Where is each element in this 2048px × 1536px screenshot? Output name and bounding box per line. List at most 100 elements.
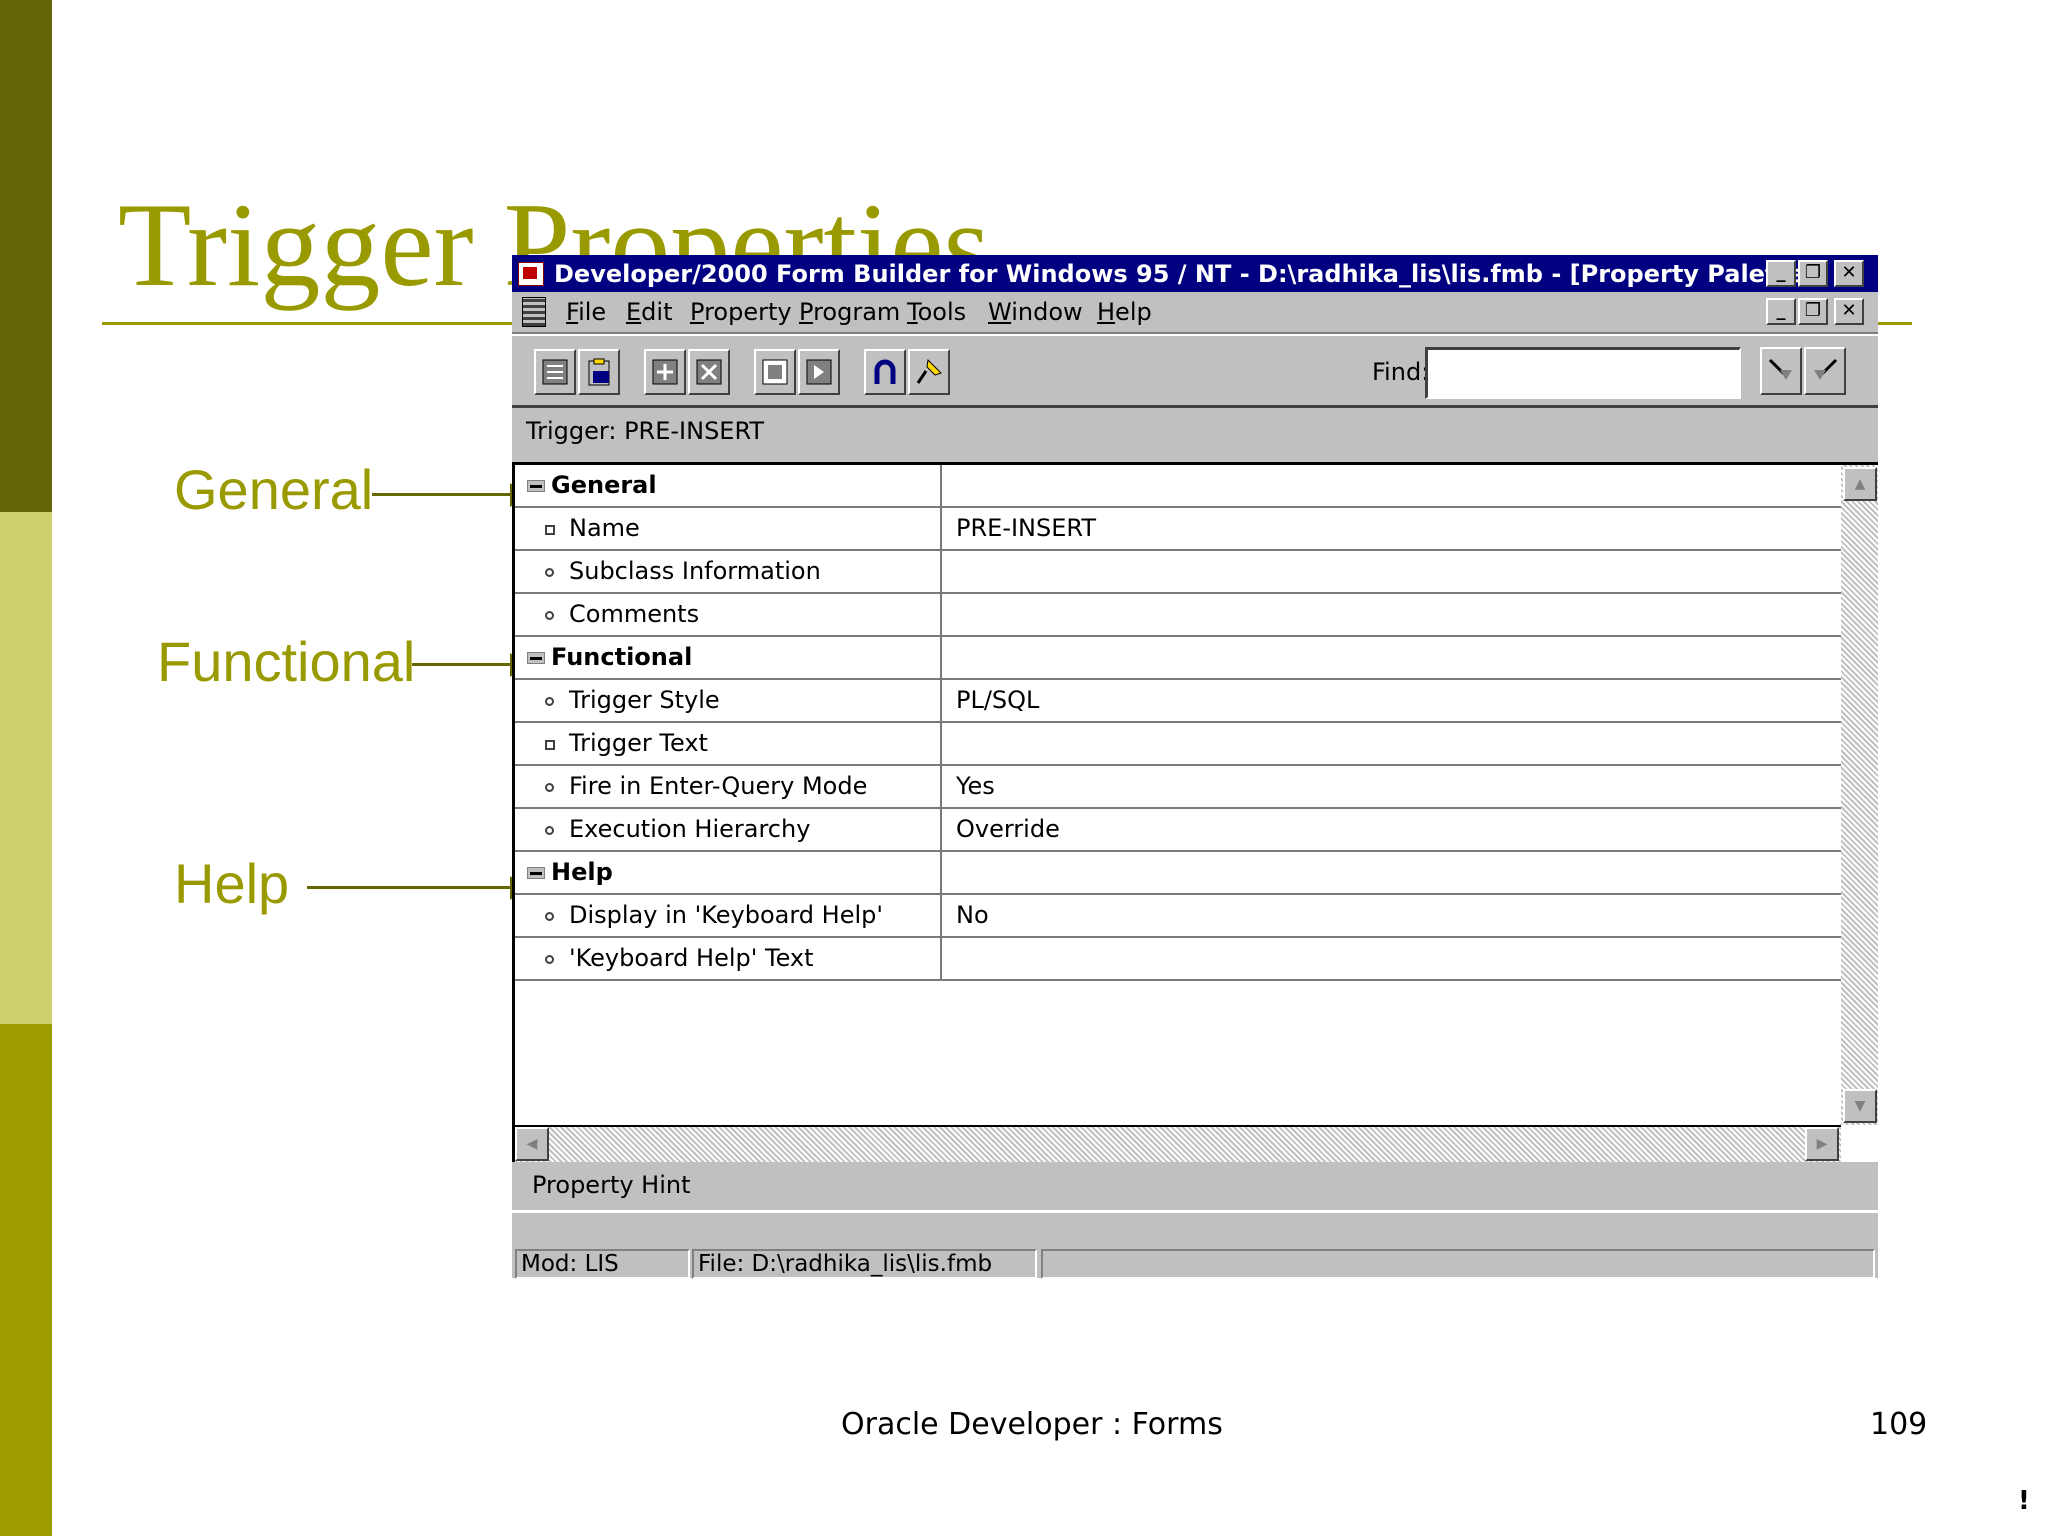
property-name: Display in 'Keyboard Help' <box>569 901 883 929</box>
add-property-icon[interactable] <box>644 349 686 395</box>
menu-help[interactable]: Help <box>1097 298 1152 326</box>
scroll-right-arrow-icon[interactable]: ▶ <box>1805 1127 1839 1161</box>
window-title: Developer/2000 Form Builder for Windows … <box>554 260 1816 288</box>
property-value[interactable]: PRE-INSERT <box>956 514 1096 542</box>
scroll-up-arrow-icon[interactable]: ▲ <box>1843 467 1877 501</box>
property-name-cell[interactable]: General <box>515 465 942 506</box>
property-name-cell[interactable]: Name <box>515 508 942 549</box>
scroll-down-arrow-icon[interactable]: ▼ <box>1843 1089 1877 1123</box>
property-row[interactable]: Execution Hierarchy Override <box>515 809 1841 852</box>
property-row[interactable]: 'Keyboard Help' Text <box>515 938 1841 981</box>
property-name-cell[interactable]: Trigger Text <box>515 723 942 764</box>
vertical-scrollbar[interactable]: ▲ ▼ <box>1841 465 1878 1125</box>
property-name-cell[interactable]: Help <box>515 852 942 893</box>
collapse-section-icon[interactable] <box>527 867 545 879</box>
doc-close-button[interactable]: ✕ <box>1834 298 1864 325</box>
callout-functional: Functional <box>157 630 416 693</box>
menu-property[interactable]: Property <box>690 298 792 326</box>
property-name-cell[interactable]: Fire in Enter-Query Mode <box>515 766 942 807</box>
form-builder-app-icon[interactable] <box>518 262 544 286</box>
page-number: 109 <box>1870 1407 1928 1442</box>
close-button[interactable]: ✕ <box>1834 260 1864 287</box>
footer-text: Oracle Developer : Forms <box>841 1407 1223 1442</box>
property-hint: Property Hint <box>532 1171 691 1199</box>
property-row[interactable]: Fire in Enter-Query Mode Yes <box>515 766 1841 809</box>
property-section-row[interactable]: Help <box>515 852 1841 895</box>
property-grid: General Name PRE-INSERT Subclass Informatio… <box>512 462 1878 1162</box>
property-row[interactable]: Comments <box>515 594 1841 637</box>
property-name-cell[interactable]: 'Keyboard Help' Text <box>515 938 942 979</box>
status-bar: Mod: LIS File: D:\radhika_lis\lis.fmb <box>512 1210 1878 1279</box>
property-row[interactable]: Trigger Text <box>515 723 1841 766</box>
property-row[interactable]: Name PRE-INSERT <box>515 508 1841 551</box>
callout-functional-arrow <box>412 663 510 666</box>
collapse-section-icon[interactable] <box>527 652 545 664</box>
menu-tools[interactable]: Tools <box>907 298 966 326</box>
property-name: Name <box>569 514 640 542</box>
property-name-cell[interactable]: Execution Hierarchy <box>515 809 942 850</box>
minimize-button[interactable]: _ <box>1766 260 1796 287</box>
property-name-cell[interactable]: Functional <box>515 637 942 678</box>
property-bullet-icon <box>545 783 554 792</box>
doc-restore-button[interactable]: ❐ <box>1798 298 1828 325</box>
property-bullet-icon <box>545 697 554 706</box>
property-value[interactable]: Override <box>956 815 1060 843</box>
collapse-section-icon[interactable] <box>527 480 545 492</box>
accent-stripe-bottom <box>0 1024 52 1536</box>
copy-properties-icon[interactable] <box>534 349 576 395</box>
property-name: Comments <box>569 600 700 628</box>
property-name-cell[interactable]: Trigger Style <box>515 680 942 721</box>
property-value[interactable]: No <box>956 901 989 929</box>
property-name-cell[interactable]: Subclass Information <box>515 551 942 592</box>
section-name: Help <box>551 858 613 886</box>
property-name-cell[interactable]: Display in 'Keyboard Help' <box>515 895 942 936</box>
find-next-icon[interactable] <box>1804 347 1846 395</box>
property-row[interactable]: Trigger Style PL/SQL <box>515 680 1841 723</box>
delete-property-icon[interactable] <box>688 349 730 395</box>
property-section-row[interactable]: Functional <box>515 637 1841 680</box>
menu-file[interactable]: File <box>566 298 606 326</box>
property-bullet-icon <box>545 955 554 964</box>
property-square-bullet-icon <box>545 740 555 750</box>
status-file: File: D:\radhika_lis\lis.fmb <box>692 1249 1037 1279</box>
form-builder-window: Developer/2000 Form Builder for Windows … <box>512 255 1878 1279</box>
paste-properties-icon[interactable] <box>578 349 620 395</box>
property-bullet-icon <box>545 826 554 835</box>
property-class-icon[interactable] <box>754 349 796 395</box>
accent-stripe-middle <box>0 512 52 1024</box>
restore-button[interactable]: ❐ <box>1798 260 1828 287</box>
menu-program[interactable]: Program <box>799 298 900 326</box>
accent-stripe-top <box>0 0 52 512</box>
doc-minimize-button[interactable]: _ <box>1766 298 1796 325</box>
window-title-bar[interactable]: Developer/2000 Form Builder for Windows … <box>512 255 1878 292</box>
property-name: 'Keyboard Help' Text <box>569 944 814 972</box>
toolbar: Find: <box>512 334 1878 408</box>
menu-window[interactable]: Window <box>988 298 1083 326</box>
callout-help: Help <box>174 852 290 915</box>
property-row[interactable]: Subclass Information <box>515 551 1841 594</box>
horizontal-scrollbar[interactable]: ◀ ▶ <box>515 1125 1841 1162</box>
property-name-cell[interactable]: Comments <box>515 594 942 635</box>
property-name: Execution Hierarchy <box>569 815 811 843</box>
inherit-icon[interactable] <box>798 349 840 395</box>
property-bullet-icon <box>545 611 554 620</box>
status-module: Mod: LIS <box>515 1249 690 1279</box>
find-label: Find: <box>1372 358 1430 386</box>
property-value[interactable]: PL/SQL <box>956 686 1039 714</box>
find-previous-icon[interactable] <box>1760 347 1802 395</box>
status-extra <box>1041 1249 1875 1279</box>
property-bullet-icon <box>545 912 554 921</box>
property-value[interactable]: Yes <box>956 772 995 800</box>
freeze-unfreeze-icon[interactable] <box>908 349 950 395</box>
scroll-left-arrow-icon[interactable]: ◀ <box>515 1127 549 1161</box>
property-name: Subclass Information <box>569 557 821 585</box>
menu-bar: File Edit Property Program Tools Window … <box>512 292 1878 334</box>
property-name: Trigger Style <box>569 686 720 714</box>
property-section-row[interactable]: General <box>515 465 1841 508</box>
property-row[interactable]: Display in 'Keyboard Help' No <box>515 895 1841 938</box>
corner-mark: ! <box>2018 1486 2030 1516</box>
find-input[interactable] <box>1425 347 1741 399</box>
menu-edit[interactable]: Edit <box>626 298 672 326</box>
document-system-menu-icon[interactable] <box>522 297 546 327</box>
intersection-union-icon[interactable] <box>864 349 906 395</box>
